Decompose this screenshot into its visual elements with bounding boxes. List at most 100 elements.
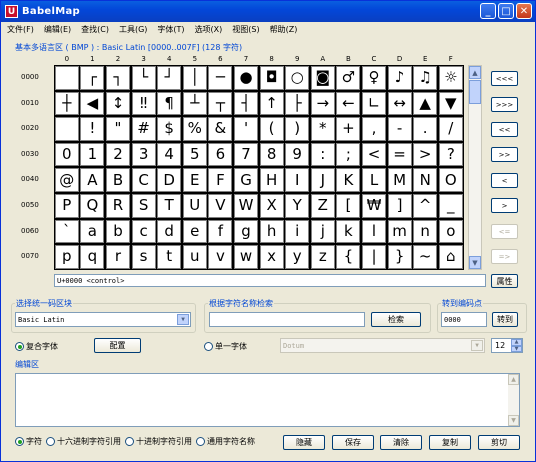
char-cell[interactable]: 1 bbox=[80, 142, 105, 167]
char-cell[interactable]: → bbox=[310, 91, 335, 116]
nav-next-block-button[interactable]: >> bbox=[491, 147, 518, 162]
char-cell[interactable]: ♀ bbox=[362, 66, 386, 90]
spin-down-icon[interactable]: ▼ bbox=[511, 345, 522, 352]
char-cell[interactable]: ◘ bbox=[259, 66, 284, 90]
char-cell[interactable]: ~ bbox=[413, 245, 438, 269]
char-cell[interactable]: $ bbox=[157, 117, 182, 141]
output-mode-hex[interactable]: 十六进制字符引用 bbox=[46, 436, 121, 447]
char-cell[interactable]: / bbox=[438, 117, 463, 141]
char-cell[interactable]: ) bbox=[285, 117, 310, 141]
nav-next-button[interactable]: > bbox=[491, 198, 518, 213]
char-cell[interactable]: z bbox=[310, 245, 335, 269]
menu-edit[interactable]: 编辑(E) bbox=[40, 24, 75, 35]
radio-icon[interactable] bbox=[125, 437, 134, 446]
maximize-button[interactable]: □ bbox=[498, 3, 514, 19]
char-cell[interactable]: d bbox=[157, 219, 182, 244]
char-cell[interactable]: C bbox=[131, 168, 156, 192]
font-select-dropdown[interactable]: Dotum ▼ bbox=[280, 338, 485, 353]
menu-file[interactable]: 文件(F) bbox=[3, 24, 38, 35]
char-cell[interactable]: ; bbox=[336, 142, 361, 167]
char-cell[interactable]: v bbox=[208, 245, 233, 269]
char-cell[interactable]: . bbox=[413, 117, 438, 141]
char-cell[interactable]: p bbox=[54, 245, 79, 269]
menu-help[interactable]: 帮助(Z) bbox=[266, 24, 302, 35]
nav-forward-button[interactable]: => bbox=[491, 249, 518, 264]
char-cell[interactable]: ┬ bbox=[208, 91, 233, 116]
char-cell[interactable]: ♫ bbox=[413, 66, 438, 90]
goto-button[interactable]: 转到 bbox=[492, 312, 518, 327]
char-cell[interactable]: ┌ bbox=[80, 66, 105, 90]
char-cell[interactable]: 5 bbox=[182, 142, 207, 167]
configure-button[interactable]: 配置 bbox=[94, 338, 141, 353]
char-cell[interactable]: K bbox=[336, 168, 361, 192]
scroll-down-icon[interactable]: ▼ bbox=[508, 415, 519, 426]
char-cell[interactable]: 7 bbox=[234, 142, 258, 167]
scroll-up-icon[interactable]: ▲ bbox=[469, 66, 481, 79]
char-cell[interactable]: { bbox=[336, 245, 361, 269]
char-cell[interactable]: } bbox=[387, 245, 412, 269]
char-cell[interactable]: E bbox=[182, 168, 207, 192]
radio-selected-icon[interactable] bbox=[15, 342, 24, 351]
minimize-button[interactable]: _ bbox=[480, 3, 496, 19]
char-cell[interactable]: o bbox=[438, 219, 463, 244]
char-cell[interactable]: i bbox=[285, 219, 310, 244]
char-cell[interactable]: 9 bbox=[285, 142, 310, 167]
char-cell[interactable]: ○ bbox=[285, 66, 310, 90]
char-cell[interactable]: N bbox=[413, 168, 438, 192]
char-cell[interactable]: a bbox=[80, 219, 105, 244]
copy-button[interactable]: 复制 bbox=[429, 435, 471, 450]
char-cell[interactable] bbox=[54, 117, 79, 141]
nav-prev-block-button[interactable]: << bbox=[491, 122, 518, 137]
char-cell[interactable]: ─ bbox=[208, 66, 233, 90]
nav-last-button[interactable]: >>> bbox=[491, 97, 518, 112]
scroll-down-icon[interactable]: ▼ bbox=[469, 256, 481, 269]
char-cell[interactable]: T bbox=[157, 194, 182, 218]
char-cell[interactable]: ◀ bbox=[80, 91, 105, 116]
composite-font-option[interactable]: 复合字体 bbox=[15, 341, 58, 352]
char-cell[interactable]: Q bbox=[80, 194, 105, 218]
search-button[interactable]: 检索 bbox=[371, 312, 421, 327]
single-font-option[interactable]: 单一字体 bbox=[204, 341, 247, 352]
menu-tools[interactable]: 工具(G) bbox=[115, 24, 151, 35]
char-cell[interactable]: B bbox=[106, 168, 130, 192]
hide-button[interactable]: 隐藏 bbox=[283, 435, 325, 450]
char-cell[interactable]: , bbox=[362, 117, 386, 141]
char-cell[interactable]: ¶ bbox=[157, 91, 182, 116]
nav-back-button[interactable]: <= bbox=[491, 224, 518, 239]
radio-icon[interactable] bbox=[204, 342, 213, 351]
char-cell[interactable]: ▼ bbox=[438, 91, 463, 116]
char-cell[interactable]: S bbox=[131, 194, 156, 218]
grid-scrollbar[interactable]: ▲ ▼ bbox=[468, 65, 482, 270]
char-cell[interactable]: O bbox=[438, 168, 463, 192]
char-cell[interactable]: A bbox=[80, 168, 105, 192]
char-cell[interactable]: ♂ bbox=[336, 66, 361, 90]
nav-first-button[interactable]: <<< bbox=[491, 71, 518, 86]
char-cell[interactable]: ┐ bbox=[106, 66, 130, 90]
char-cell[interactable]: ₩ bbox=[362, 194, 386, 218]
char-cell[interactable]: @ bbox=[54, 168, 79, 192]
char-cell[interactable]: f bbox=[208, 219, 233, 244]
scroll-up-icon[interactable]: ▲ bbox=[508, 374, 519, 385]
name-search-input[interactable] bbox=[209, 312, 365, 327]
char-cell[interactable]: M bbox=[387, 168, 412, 192]
char-cell[interactable]: ┤ bbox=[234, 91, 258, 116]
output-mode-char[interactable]: 字符 bbox=[15, 436, 42, 447]
char-cell[interactable]: ? bbox=[438, 142, 463, 167]
char-cell[interactable]: & bbox=[208, 117, 233, 141]
char-cell[interactable]: ` bbox=[54, 219, 79, 244]
char-cell[interactable]: b bbox=[106, 219, 130, 244]
char-cell[interactable]: ┼ bbox=[54, 91, 79, 116]
edit-area-textbox[interactable]: ▲ ▼ bbox=[15, 373, 520, 427]
char-cell[interactable]: x bbox=[259, 245, 284, 269]
char-cell[interactable]: 4 bbox=[157, 142, 182, 167]
scroll-thumb[interactable] bbox=[469, 80, 481, 104]
edit-area-scrollbar[interactable]: ▲ ▼ bbox=[508, 374, 519, 426]
char-cell[interactable]: j bbox=[310, 219, 335, 244]
char-cell[interactable]: ┘ bbox=[157, 66, 182, 90]
char-cell[interactable]: _ bbox=[438, 194, 463, 218]
char-cell[interactable]: P bbox=[54, 194, 79, 218]
char-cell[interactable]: ☼ bbox=[438, 66, 463, 90]
char-cell[interactable]: l bbox=[362, 219, 386, 244]
char-cell[interactable]: └ bbox=[131, 66, 156, 90]
char-cell[interactable]: ↑ bbox=[259, 91, 284, 116]
